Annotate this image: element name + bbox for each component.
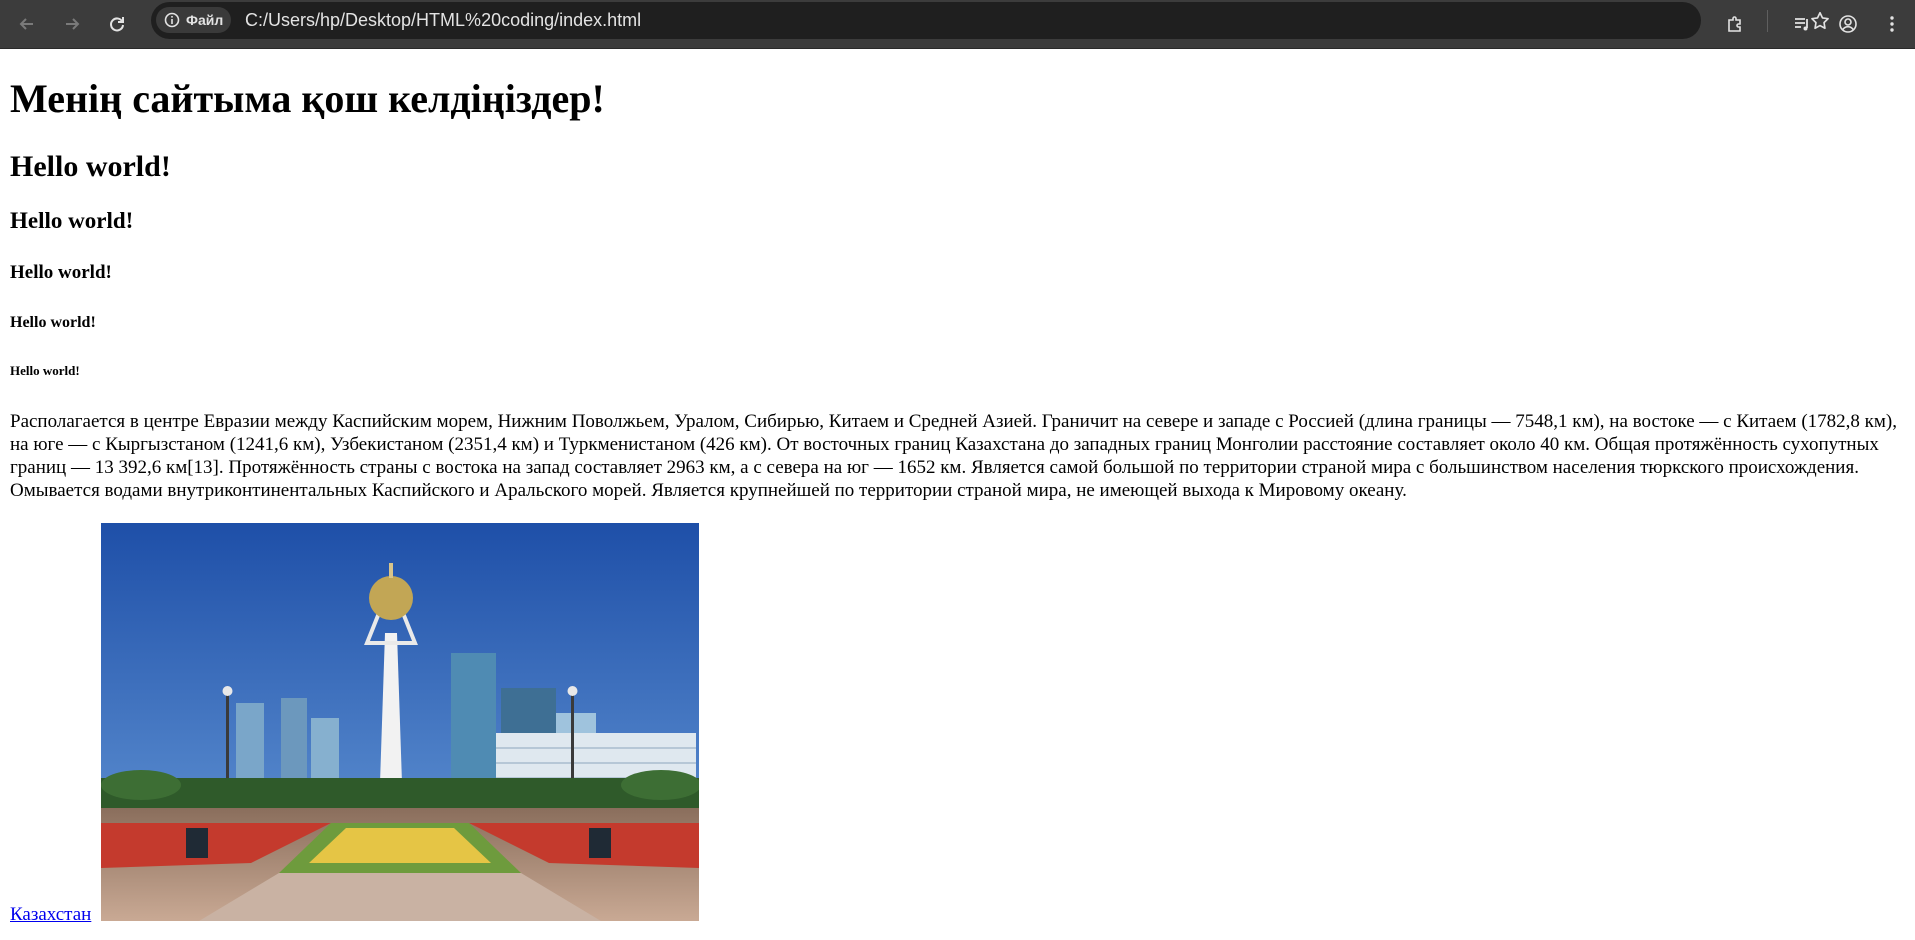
reload-icon xyxy=(110,17,124,32)
toolbar-separator xyxy=(1767,10,1768,32)
site-info-chip[interactable]: Файл xyxy=(156,7,231,33)
extensions-button[interactable] xyxy=(1719,8,1751,40)
url-text[interactable]: C:/Users/hp/Desktop/HTML%20coding/index.… xyxy=(245,10,641,31)
heading-h6: Hello world! xyxy=(10,363,80,378)
arrow-right-icon xyxy=(66,18,80,30)
astana-photo[interactable] xyxy=(101,523,699,921)
forward-button[interactable] xyxy=(56,8,88,40)
media-controls-button[interactable] xyxy=(1786,8,1818,40)
puzzle-icon xyxy=(1728,16,1741,32)
reload-button[interactable] xyxy=(101,8,133,40)
heading-h5: Hello world! xyxy=(10,314,96,331)
heading-h2: Hello world! xyxy=(10,150,171,183)
more-vert-icon xyxy=(1890,16,1894,32)
browser-toolbar: Файл C:/Users/hp/Desktop/HTML%20coding/i… xyxy=(0,0,1915,49)
description-paragraph: Располагается в центре Евразии между Кас… xyxy=(10,411,1897,501)
heading-h3: Hello world! xyxy=(10,208,134,233)
address-bar[interactable]: Файл C:/Users/hp/Desktop/HTML%20coding/i… xyxy=(151,2,1829,39)
account-icon xyxy=(1839,15,1857,33)
info-icon xyxy=(164,12,180,28)
menu-button[interactable] xyxy=(1876,8,1908,40)
astana-cityscape-image xyxy=(101,523,699,921)
page-heading-h1: Менің сайтыма қош келдіңіздер! xyxy=(10,76,605,121)
site-chip-label: Файл xyxy=(186,12,224,28)
heading-h4: Hello world! xyxy=(10,262,112,283)
back-button[interactable] xyxy=(11,8,43,40)
kazakhstan-link[interactable]: Казахстан xyxy=(10,904,91,926)
arrow-left-icon xyxy=(19,18,33,30)
profile-button[interactable] xyxy=(1832,8,1864,40)
playlist-icon xyxy=(1795,18,1808,31)
